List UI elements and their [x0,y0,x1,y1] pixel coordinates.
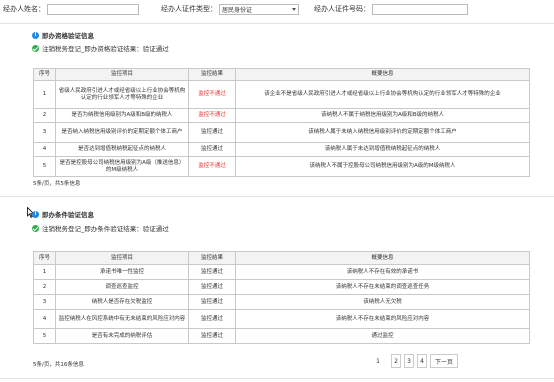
table-row: 4 是否达到增值税纳税起征点的纳税人 监控通过 该纳税人属于未达到增值税纳税起征… [33,142,530,157]
cell-item: 是否是控股母公司纳税信用级别为A级（推送信息）的M级纳税人 [55,156,189,177]
cell-no: 3 [33,122,56,143]
divider [0,378,554,379]
condition-page-info: 5条/页，共16条信息 [33,362,84,368]
section-qualification-result-text: 注销税务登记_即办资格验证结果：验证通过 [42,45,169,53]
applicant-name-input[interactable] [47,3,139,15]
applicant-idtype-select[interactable]: 居民身份证 [219,3,299,15]
cell-result: 监控通过 [188,264,236,280]
section-condition-title-text: 即办条件验证信息 [42,211,94,219]
cell-result: 监控通过 [188,328,236,344]
cell-item: 监控纳税人在风控系统中有无未结束的风险应对内容 [55,309,189,329]
cell-result: 监控通过 [188,294,236,310]
cell-info: 该纳税人属于未达到增值税纳税起征点的纳税人 [235,142,530,157]
cell-item: 是否达到增值税纳税起征点的纳税人 [55,142,189,157]
cell-item: 纳税人是否存在欠税监控 [55,294,189,310]
qualification-table: 序号 监控项目 监控结果 概要信息 1 省级人民政府引进人才或经省级以上行业协会… [33,68,530,177]
page-button-1[interactable]: 1 [373,354,383,368]
cell-result: 监控通过 [188,142,236,157]
section-condition-result: 注销税务登记_即办条件验证结果：验证通过 [32,223,169,233]
cell-item: 是否为纳税信用级别为A级和B级的纳税人 [55,108,189,123]
cell-info: 该纳税人不存在未结束的调查巡查任务 [235,279,530,295]
cell-info: 该纳税人属于未纳入纳税信用级别评价的定期定额个体工商户 [235,122,530,143]
section-qualification-title-text: 即办资格验证信息 [42,32,94,40]
cell-no: 3 [33,294,56,310]
cell-item: 是否有未完成的纳税评估 [55,328,189,344]
page-button-3[interactable]: 3 [404,354,414,368]
section-qualification-result: 注销税务登记_即办资格验证结果：验证通过 [32,43,169,53]
next-page-button[interactable]: 下一页 [430,354,459,368]
cell-item: 省级人民政府引进人才或经省级以上行业协会等机构认定的行业领军人才等特殊的企业 [55,80,189,109]
table-row: 4 监控纳税人在风控系统中有无未结束的风险应对内容 监控通过 该纳税人不存在未结… [33,309,530,329]
cell-no: 2 [33,108,56,123]
section-qualification-title: i 即办资格验证信息 [32,30,94,40]
page-button-4[interactable]: 4 [417,354,427,368]
cell-info: 该企业不是省级人民政府引进人才或经省级以上行业协会等机构认定的行业领军人才等特殊… [235,80,530,109]
cell-result: 监控通过 [188,122,236,143]
section-condition-title: i 即办条件验证信息 [32,209,94,219]
cell-result: 监控通过 [188,279,236,295]
cell-no: 5 [33,156,56,177]
page-button-2[interactable]: 2 [391,354,401,368]
cell-no: 1 [33,264,56,280]
cell-result: 监控不通过 [188,108,236,123]
table-row: 2 是否为纳税信用级别为A级和B级的纳税人 监控不通过 该纳税人不属于纳税信用级… [33,108,530,123]
table-row: 3 纳税人是否存在欠税监控 监控通过 该纳税人无欠税 [33,294,530,310]
applicant-idtype-label: 经办人证件类型： [161,5,217,13]
chevron-down-icon [292,7,296,11]
col-header-no: 序号 [33,251,56,265]
table-row: 1 省级人民政府引进人才或经省级以上行业协会等机构认定的行业领军人才等特殊的企业… [33,80,530,109]
cell-info: 该纳税人不属于纳税信用级别为A级和B级的纳税人 [235,108,530,123]
cell-result: 监控不通过 [188,156,236,177]
check-circle-icon [32,44,39,52]
applicant-idtype-value: 居民身份证 [222,6,253,14]
cell-no: 2 [33,279,56,295]
cell-no: 4 [33,309,56,329]
cell-result: 监控不通过 [188,80,236,109]
table-row: 2 调查巡查监控 监控通过 该纳税人不存在未结束的调查巡查任务 [33,279,530,295]
col-header-no: 序号 [33,68,56,81]
info-icon: i [32,210,39,218]
table-row: 5 是否是控股母公司纳税信用级别为A级（推送信息）的M级纳税人 监控不通过 该纳… [33,156,530,177]
applicant-idno-label: 经办人证件号码： [314,5,370,13]
cell-info: 该纳税人不存在有效的承诺书 [235,264,530,280]
section-condition-result-text: 注销税务登记_即办条件验证结果：验证通过 [42,225,169,233]
cell-item: 承诺书唯一性监控 [55,264,189,280]
divider [0,23,554,24]
cell-item: 是否纳入纳税信用级别评价的定期定额个体工商户 [55,122,189,143]
pagination: 1 2 3 4 下一页 [370,354,459,368]
col-header-item: 监控项目 [55,251,189,265]
cell-info: 该纳税人无欠税 [235,294,530,310]
applicant-filter-bar: 经办人姓名： 经办人证件类型： 居民身份证 经办人证件号码： [0,0,554,18]
cell-info: 该纳税人不属于控股母公司纳税信用级别为A级的M级纳税人 [235,156,530,177]
table-row: 5 是否有未完成的纳税评估 监控通过 通过监控 [33,328,530,344]
condition-table: 序号 监控项目 监控结果 概要信息 1 承诺书唯一性监控 监控通过 该纳税人不存… [33,251,530,344]
qualification-page-info: 5条/页，共5条信息 [33,181,81,187]
cell-no: 5 [33,328,56,344]
col-header-result: 监控结果 [188,251,236,265]
cell-item: 调查巡查监控 [55,279,189,295]
check-circle-icon [32,224,39,232]
col-header-info: 概要信息 [235,68,530,81]
cell-info: 通过监控 [235,328,530,344]
cell-info: 该纳税人不存在未结束的风险应对内容 [235,309,530,329]
cell-no: 4 [33,142,56,157]
cell-result: 监控通过 [188,309,236,329]
col-header-item: 监控项目 [55,68,189,81]
applicant-name-label: 经办人姓名： [3,5,45,13]
applicant-idno-input[interactable] [372,3,468,15]
info-icon: i [32,31,39,39]
col-header-result: 监控结果 [188,68,236,81]
col-header-info: 概要信息 [235,251,530,265]
cell-no: 1 [33,80,56,109]
divider [0,196,554,197]
table-row: 3 是否纳入纳税信用级别评价的定期定额个体工商户 监控通过 该纳税人属于未纳入纳… [33,122,530,143]
table-row: 1 承诺书唯一性监控 监控通过 该纳税人不存在有效的承诺书 [33,264,530,280]
